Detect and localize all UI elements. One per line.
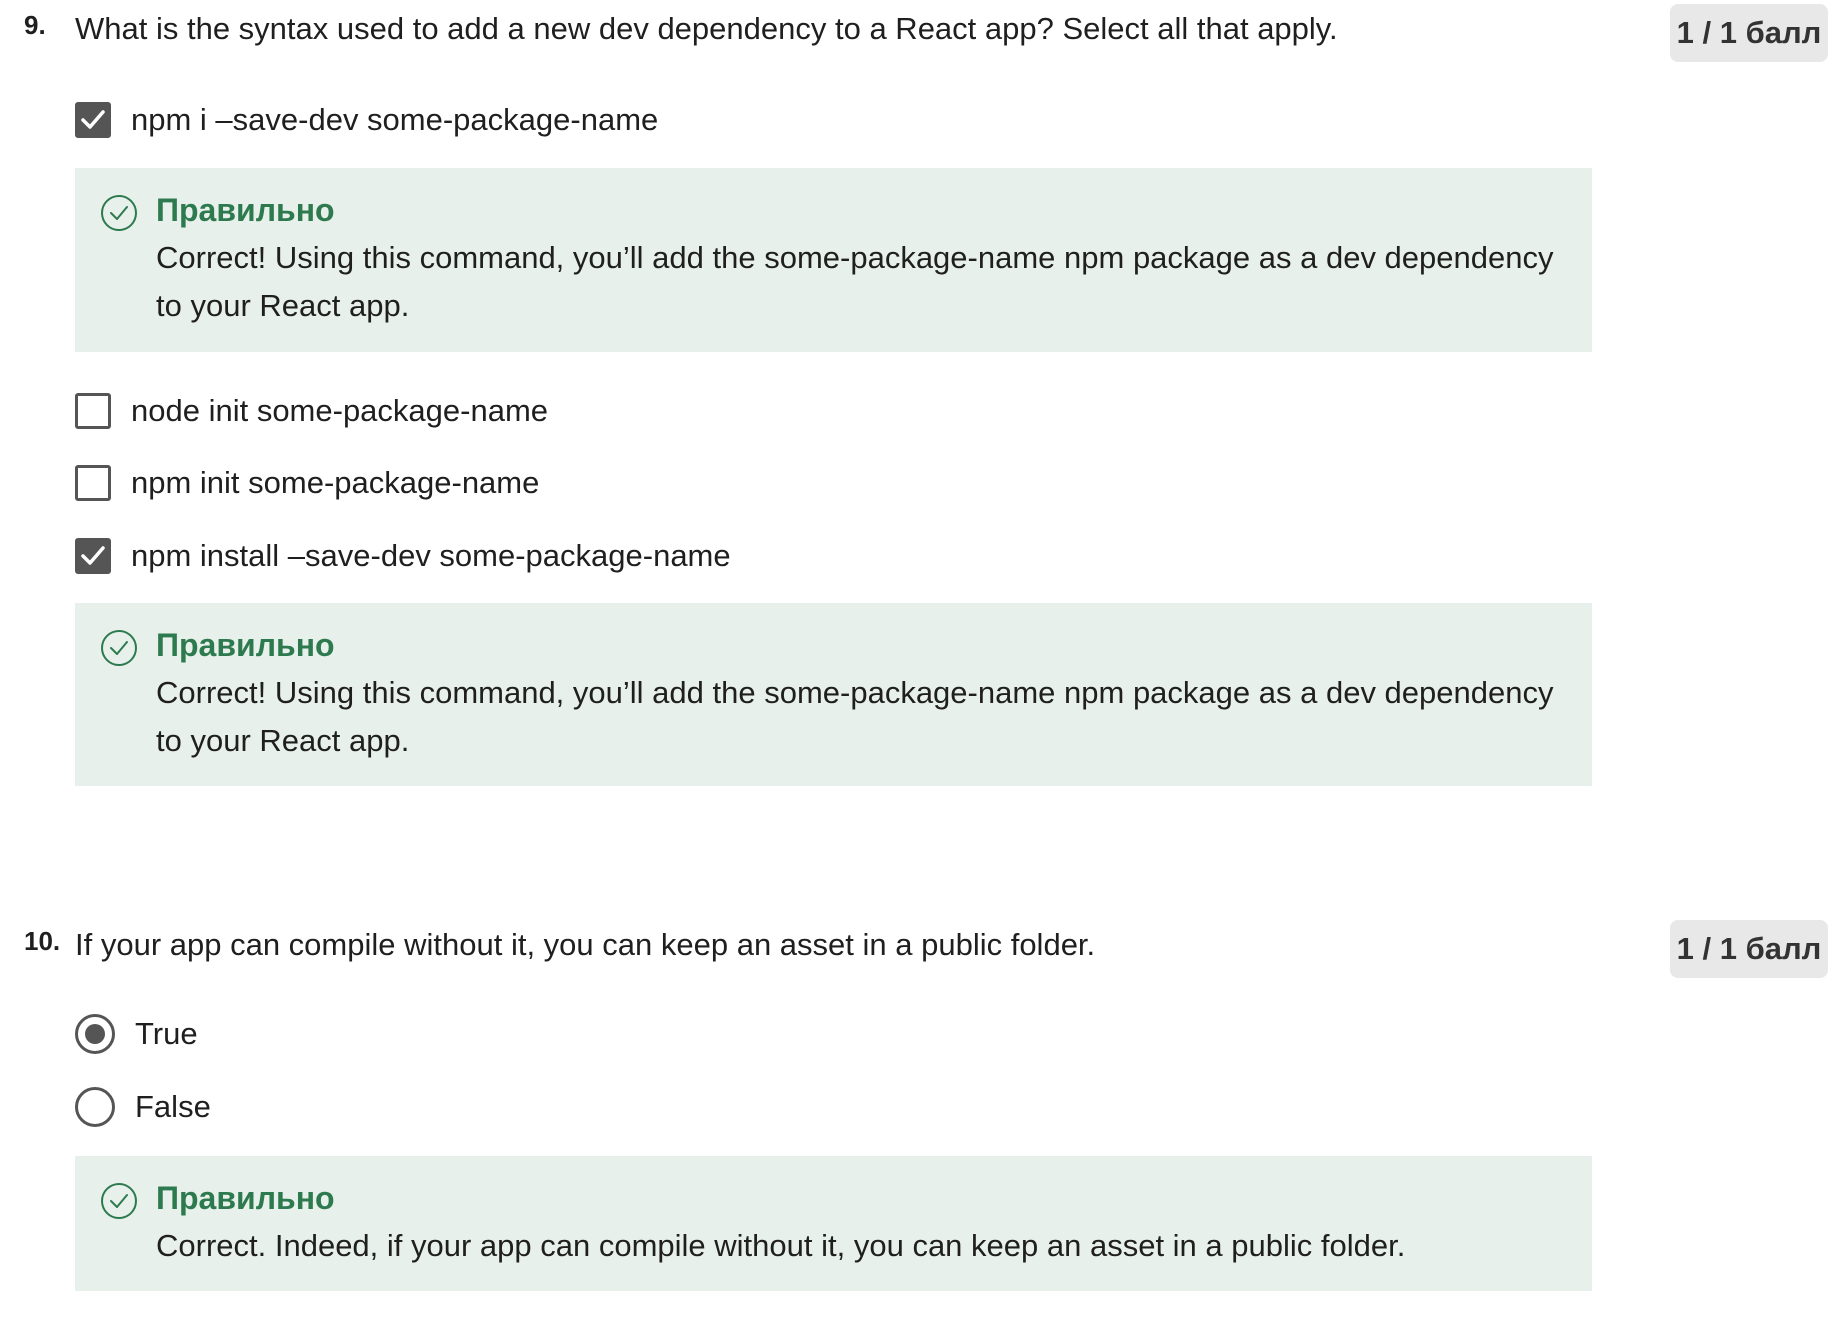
question-header: 9. What is the syntax used to add a new … xyxy=(0,0,1828,62)
option-label: npm i –save-dev some-package-name xyxy=(131,102,659,137)
score-badge: 1 / 1 балл xyxy=(1670,4,1828,62)
question-10: 10. If your app can compile without it, … xyxy=(0,916,1828,1291)
radio-unselected[interactable] xyxy=(75,1087,115,1127)
option-label: False xyxy=(135,1089,211,1124)
option-checkbox-npm-install[interactable]: npm install –save-dev some-package-name xyxy=(75,536,731,576)
option-label: node init some-package-name xyxy=(131,393,549,428)
quiz-page: 9. What is the syntax used to add a new … xyxy=(0,0,1828,1318)
question-number: 9. xyxy=(24,10,46,40)
feedback-text: Correct! Using this command, you’ll add … xyxy=(156,675,1554,758)
feedback-title: Правильно xyxy=(156,192,335,228)
checkbox-unchecked[interactable] xyxy=(75,465,111,501)
feedback-text: Correct! Using this command, you’ll add … xyxy=(156,240,1554,323)
radio-selected[interactable] xyxy=(75,1014,115,1054)
option-label: npm init some-package-name xyxy=(131,465,540,500)
radio-dot xyxy=(85,1024,105,1044)
feedback-correct: Правильно Correct! Using this command, y… xyxy=(75,168,1592,352)
check-circle-icon xyxy=(101,195,137,231)
option-checkbox-npm-init[interactable]: npm init some-package-name xyxy=(75,463,539,503)
option-radio-true[interactable]: True xyxy=(75,1014,198,1054)
question-number: 10. xyxy=(24,926,61,956)
check-circle-icon xyxy=(101,630,137,666)
checkbox-checked[interactable] xyxy=(75,102,111,138)
question-9: 9. What is the syntax used to add a new … xyxy=(0,0,1828,786)
option-label: npm install –save-dev some-package-name xyxy=(131,538,731,573)
question-header: 10. If your app can compile without it, … xyxy=(0,916,1828,978)
feedback-correct: Правильно Correct! Using this command, y… xyxy=(75,603,1592,786)
checkmark-icon xyxy=(81,110,105,129)
checkbox-unchecked[interactable] xyxy=(75,393,111,429)
check-circle-icon xyxy=(101,1183,137,1219)
option-label: True xyxy=(135,1016,198,1051)
question-text: What is the syntax used to add a new dev… xyxy=(75,11,1338,46)
score-badge: 1 / 1 балл xyxy=(1670,920,1828,978)
option-radio-false[interactable]: False xyxy=(75,1087,211,1127)
checkbox-checked[interactable] xyxy=(75,538,111,574)
feedback-title: Правильно xyxy=(156,1180,335,1216)
checkmark-icon xyxy=(81,546,105,565)
feedback-text: Correct. Indeed, if your app can compile… xyxy=(156,1228,1406,1263)
feedback-title: Правильно xyxy=(156,627,335,663)
question-text: If your app can compile without it, you … xyxy=(75,927,1096,962)
option-checkbox-npm-i[interactable]: npm i –save-dev some-package-name xyxy=(75,100,658,140)
option-checkbox-node-init[interactable]: node init some-package-name xyxy=(75,391,548,431)
feedback-correct: Правильно Correct. Indeed, if your app c… xyxy=(75,1156,1592,1291)
